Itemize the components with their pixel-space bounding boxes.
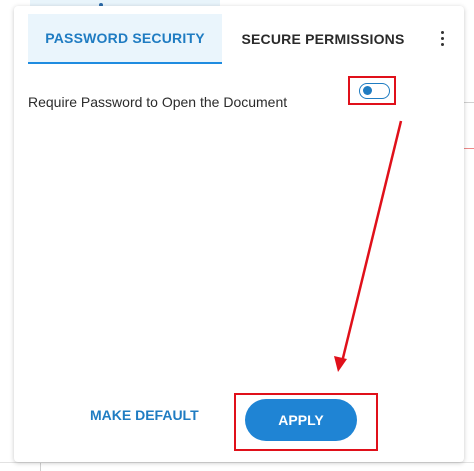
make-default-button[interactable]: MAKE DEFAULT bbox=[90, 407, 199, 423]
toggle-knob bbox=[363, 86, 372, 95]
screenshot-stage: PASSWORD SECURITY SECURE PERMISSIONS Req… bbox=[0, 0, 474, 471]
background-divider-bottom bbox=[0, 462, 474, 463]
kebab-dot bbox=[440, 36, 444, 40]
tab-password-security[interactable]: PASSWORD SECURITY bbox=[28, 14, 222, 64]
kebab-dot bbox=[440, 30, 444, 34]
tab-secure-permissions[interactable]: SECURE PERMISSIONS bbox=[228, 14, 418, 64]
tab-secure-permissions-label: SECURE PERMISSIONS bbox=[241, 31, 405, 47]
tab-bar: PASSWORD SECURITY SECURE PERMISSIONS bbox=[14, 6, 464, 64]
more-options-icon[interactable] bbox=[432, 26, 452, 50]
require-password-label: Require Password to Open the Document bbox=[28, 94, 288, 110]
kebab-dot bbox=[440, 42, 444, 46]
apply-button[interactable]: APPLY bbox=[245, 399, 357, 441]
tab-password-security-label: PASSWORD SECURITY bbox=[45, 30, 205, 46]
require-password-toggle[interactable] bbox=[359, 83, 390, 99]
